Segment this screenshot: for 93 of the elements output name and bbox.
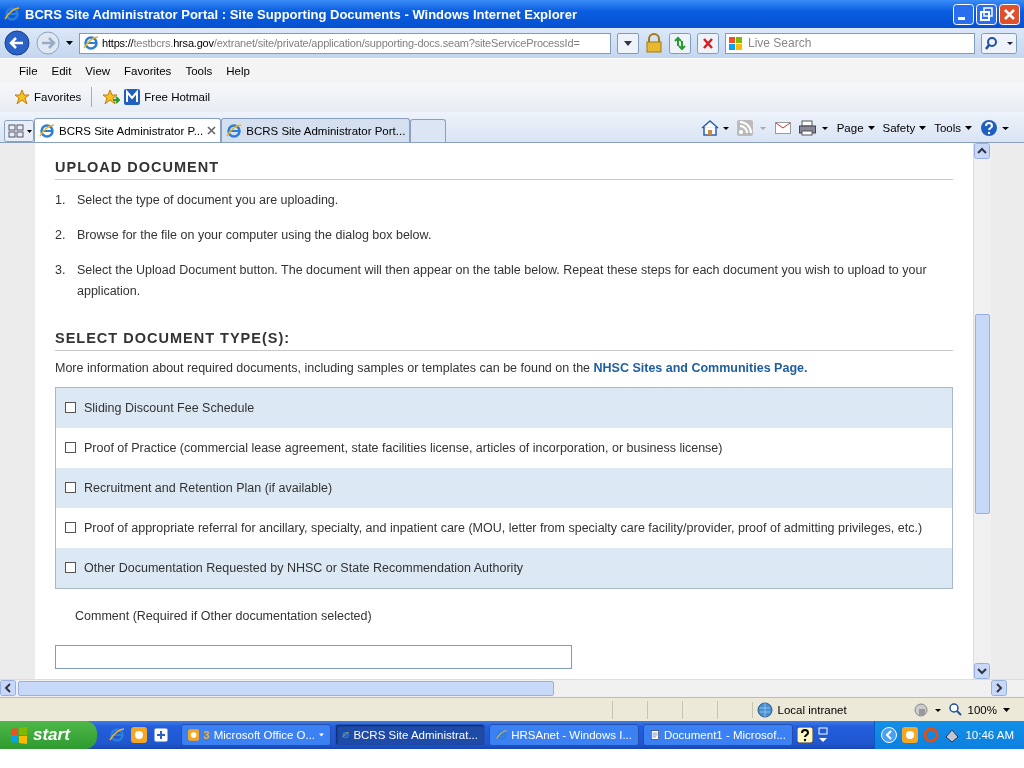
checkbox[interactable] xyxy=(65,482,76,493)
zoom-icon xyxy=(948,703,962,716)
checkbox-label: Other Documentation Requested by NHSC or State Recommendation Authority xyxy=(84,560,524,577)
section-heading: UPLOAD DOCUMENT xyxy=(55,159,953,180)
caret-icon xyxy=(919,126,927,130)
taskbar-button[interactable]: 3 Microsoft Office O... xyxy=(181,724,331,746)
browser-tab[interactable]: BCRS Site Administrator P... xyxy=(34,118,222,142)
star-icon xyxy=(14,89,30,105)
help-icon[interactable] xyxy=(980,119,1010,137)
scroll-left-button[interactable] xyxy=(0,680,16,696)
refresh-button[interactable] xyxy=(669,32,691,54)
step-text: Select the Upload Document button. The document will then appear on the table below. Repeat these steps for each document you wish to upload to your application. xyxy=(77,262,928,300)
hotmail-logo-icon xyxy=(124,89,141,105)
home-icon[interactable] xyxy=(700,120,729,136)
help-icon[interactable] xyxy=(797,727,813,743)
menu-item[interactable]: File xyxy=(12,62,45,79)
scroll-down-button[interactable] xyxy=(974,663,990,679)
favorite-link[interactable]: Free Hotmail xyxy=(144,91,211,103)
window-title: BCRS Site Administrator Portal : Site Supporting Documents - Windows Internet Explorer xyxy=(25,6,578,22)
scrollbar-thumb[interactable] xyxy=(18,681,554,696)
step-number: 2. xyxy=(55,227,65,244)
ie-logo-icon xyxy=(226,122,243,139)
taskbar-button[interactable]: BCRS Site Administrat... xyxy=(335,724,485,746)
dropdown-button[interactable] xyxy=(617,32,639,54)
checkbox-label: Proof of appropriate referral for ancillary, specialty, and inpatient care (MOU, letter from specialty care facility/provider, proof of admitting privileges, etc.) xyxy=(84,520,923,537)
info-text: More information about required documents, including samples or templates can be found on the NHSC Sites and Communities Page. xyxy=(55,361,809,375)
document-icon xyxy=(650,727,660,743)
step-text: Select the type of document you are uploading. xyxy=(77,192,339,209)
close-button[interactable] xyxy=(999,3,1020,25)
checkbox-label: Recruitment and Retention Plan (if available) xyxy=(84,480,333,497)
windows-flag-icon xyxy=(10,726,28,744)
command-menu[interactable]: Tools xyxy=(934,122,972,134)
caret-icon xyxy=(867,126,875,130)
scroll-right-button[interactable] xyxy=(991,680,1007,696)
padlock-icon xyxy=(645,33,663,53)
search-field[interactable]: Live Search xyxy=(725,32,975,54)
clock: 10:46 AM xyxy=(965,729,1014,741)
menu-item[interactable]: Edit xyxy=(44,62,79,79)
command-menu[interactable]: Page xyxy=(836,122,875,134)
browser-tab[interactable]: BCRS Site Administrator Port... xyxy=(221,118,411,142)
ie-logo-icon xyxy=(83,35,99,51)
caret-icon xyxy=(965,126,972,130)
url-text: https://testbcrs.hrsa.gov/extranet/site/private/application/supporting-docs.seam?siteServiceProcessId= xyxy=(102,37,580,49)
add-favorite-icon[interactable] xyxy=(102,89,121,105)
step-number: 3. xyxy=(55,262,65,279)
menu-item[interactable]: Tools xyxy=(178,62,220,79)
minimize-button[interactable] xyxy=(953,3,974,25)
ie-logo-icon xyxy=(4,6,20,22)
comment-label: Comment (Required if Other documentation selected) xyxy=(75,609,373,623)
caret-icon[interactable] xyxy=(1003,707,1010,712)
vertical-scrollbar[interactable] xyxy=(973,143,991,679)
close-icon[interactable] xyxy=(207,126,217,135)
checkbox[interactable] xyxy=(65,402,76,413)
print-icon[interactable] xyxy=(798,120,829,136)
taskbar-button[interactable]: Document1 - Microsof... xyxy=(643,724,793,746)
step-number: 1. xyxy=(55,192,65,209)
favorites-button[interactable]: Favorites xyxy=(34,91,82,103)
ie-logo-icon xyxy=(496,727,508,743)
back-button[interactable] xyxy=(4,30,30,56)
menu-item[interactable]: View xyxy=(78,62,118,79)
checkbox[interactable] xyxy=(65,522,76,533)
stop-button[interactable] xyxy=(697,32,719,54)
restore-icon[interactable] xyxy=(817,727,829,743)
expand-tray-icon[interactable] xyxy=(881,727,898,743)
scroll-up-button[interactable] xyxy=(974,143,990,159)
caret-icon[interactable] xyxy=(66,41,73,45)
ie-logo-icon xyxy=(39,122,55,139)
checkbox-label: Sliding Discount Fee Schedule xyxy=(84,400,255,417)
zoom-level[interactable]: 100% xyxy=(948,703,997,716)
menu-item[interactable]: Help xyxy=(219,62,257,79)
ie-logo-icon[interactable] xyxy=(109,727,125,743)
checkbox-label: Proof of Practice (commercial lease agreement, state facilities license, articles of incorporation, or business license) xyxy=(84,440,723,457)
unread-count: 3 xyxy=(203,729,210,741)
checkbox[interactable] xyxy=(65,442,76,453)
address-field[interactable]: https://testbcrs.hrsa.gov/extranet/site/private/application/supporting-docs.seam?siteServiceProcessId= xyxy=(79,32,611,54)
horizontal-scrollbar[interactable] xyxy=(0,679,1024,697)
comment-field[interactable] xyxy=(55,645,572,669)
restore-button[interactable] xyxy=(976,3,997,25)
step-text: Browse for the file on your computer using the dialog box below. xyxy=(77,227,432,244)
sites-page-link[interactable]: NHSC Sites and Communities Page. xyxy=(593,361,808,375)
security-zone: Local intranet xyxy=(777,703,847,716)
globe-icon xyxy=(756,701,773,718)
command-menu[interactable]: Safety xyxy=(882,122,927,134)
taskbar-button[interactable]: HRSAnet - Windows I... xyxy=(489,724,639,746)
checkbox[interactable] xyxy=(65,562,76,573)
menu-item[interactable]: Favorites xyxy=(117,62,179,79)
caret-icon xyxy=(319,733,324,737)
search-button[interactable] xyxy=(981,32,1017,54)
caret-icon xyxy=(624,40,632,46)
scrollbar-thumb[interactable] xyxy=(975,314,990,514)
mail-icon[interactable] xyxy=(774,122,791,134)
quick-tabs-button[interactable] xyxy=(4,120,34,142)
section-heading: SELECT DOCUMENT TYPE(S): xyxy=(55,330,953,351)
